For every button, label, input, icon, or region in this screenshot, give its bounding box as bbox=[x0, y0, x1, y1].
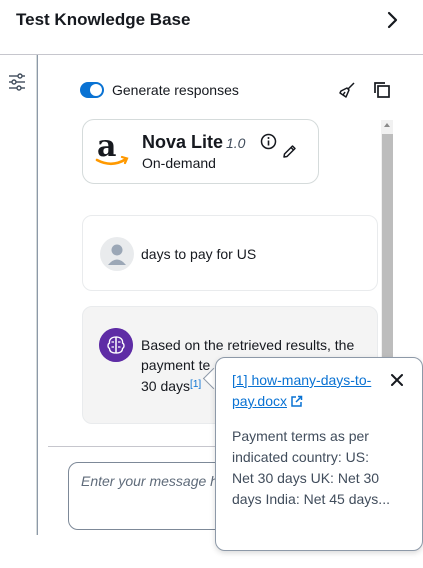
left-rail bbox=[0, 55, 37, 535]
citation-marker[interactable]: [1] bbox=[190, 379, 201, 390]
generate-responses-label: Generate responses bbox=[112, 82, 239, 98]
scroll-up-arrow-icon[interactable] bbox=[382, 120, 392, 130]
model-card: a Nova Lite 1.0 On-demand bbox=[82, 119, 319, 184]
panel-title: Test Knowledge Base bbox=[16, 10, 191, 29]
settings-sliders-icon[interactable] bbox=[8, 73, 26, 91]
info-icon[interactable] bbox=[260, 133, 277, 150]
rail-divider bbox=[37, 55, 38, 535]
chevron-right-icon[interactable] bbox=[382, 10, 402, 30]
user-avatar-icon bbox=[100, 237, 134, 271]
copy-icon[interactable] bbox=[373, 81, 391, 99]
model-mode: On-demand bbox=[142, 155, 216, 171]
panel-header: Test Knowledge Base bbox=[0, 0, 423, 55]
source-excerpt: Payment terms as per indicated country: … bbox=[232, 428, 390, 507]
svg-text:a: a bbox=[97, 130, 116, 164]
model-name: Nova Lite bbox=[142, 132, 224, 152]
chat-scrollbar-thumb[interactable] bbox=[382, 134, 393, 384]
ai-brain-icon bbox=[99, 328, 133, 362]
clear-brush-icon[interactable] bbox=[338, 81, 356, 99]
source-document-link[interactable]: [1] how-many-days-to-pay.docx bbox=[232, 370, 384, 412]
external-link-icon[interactable] bbox=[290, 395, 303, 408]
user-message-text: days to pay for US bbox=[141, 246, 257, 262]
model-version: 1.0 bbox=[226, 135, 246, 151]
close-icon[interactable] bbox=[389, 372, 405, 388]
user-message: days to pay for US bbox=[82, 215, 378, 291]
amazon-logo: a bbox=[95, 130, 129, 166]
edit-pencil-icon[interactable] bbox=[281, 143, 298, 160]
generate-responses-toggle[interactable] bbox=[80, 82, 104, 98]
assistant-text-line3: 30 days bbox=[141, 378, 191, 394]
citation-popover: [1] how-many-days-to-pay.docx Payment te… bbox=[215, 357, 423, 551]
